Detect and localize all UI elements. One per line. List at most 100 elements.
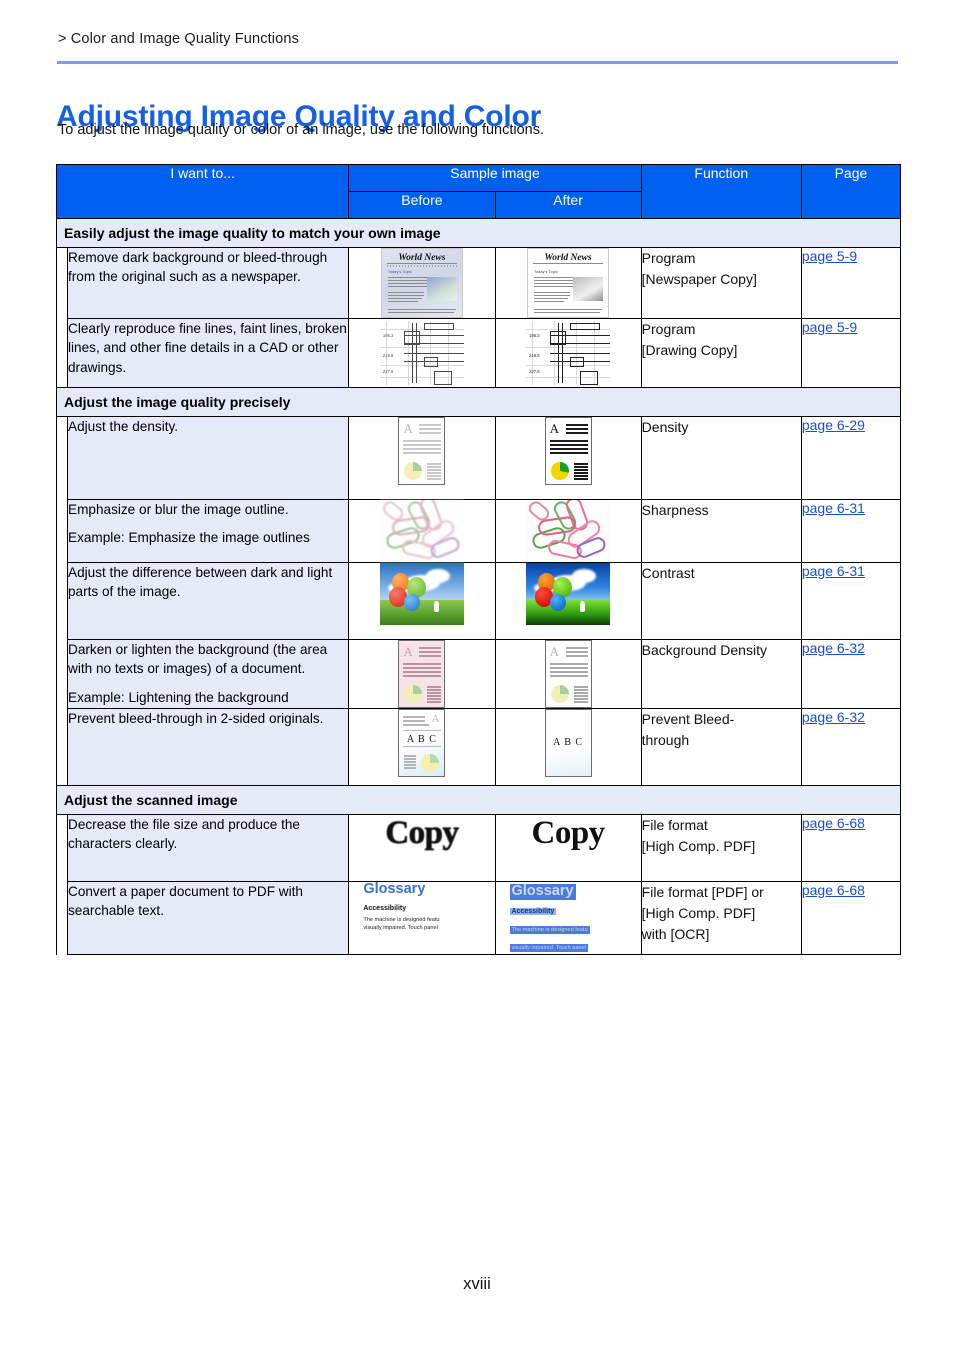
row-want-line: Darken or lighten the background (the ar…	[68, 642, 328, 677]
newspaper-subhead: Today's Topic	[387, 270, 412, 274]
function-line: Contrast	[641, 565, 695, 581]
table-row: Emphasize or blur the image outline. Exa…	[56, 499, 902, 563]
table-row: Adjust the difference between dark and l…	[56, 562, 902, 640]
table-row: Prevent bleed-through in 2-sided origina…	[56, 708, 902, 786]
function-line: Background Density	[641, 642, 767, 658]
page-link[interactable]: page 6-31	[802, 500, 865, 516]
page-link[interactable]: page 5-9	[802, 248, 857, 264]
function-line: File format	[641, 817, 708, 833]
row-function: Program [Drawing Copy]	[640, 318, 802, 388]
page-link[interactable]: page 6-32	[802, 640, 865, 656]
doc-letter: A	[403, 421, 413, 436]
section-band-label: Adjust the image quality precisely	[56, 387, 901, 417]
sample-before	[348, 562, 496, 640]
row-want-line: Example: Lightening the background	[68, 689, 289, 705]
function-line: Program	[641, 250, 696, 266]
row-page: page 6-32	[800, 639, 902, 709]
bleedthrough-before-image: A A B C	[398, 709, 446, 777]
row-want: Clearly reproduce fine lines, faint line…	[66, 318, 350, 388]
sample-after: 195.3 216.8 227.6	[494, 318, 642, 388]
section-band-label: Easily adjust the image quality to match…	[56, 218, 901, 248]
table-row: Decrease the file size and produce the c…	[56, 814, 902, 882]
col-header-before: Before	[348, 191, 496, 219]
row-indent	[56, 499, 68, 563]
row-indent	[56, 416, 68, 500]
row-want-line: Adjust the difference between dark and l…	[68, 565, 333, 600]
row-want: Darken or lighten the background (the ar…	[66, 639, 350, 709]
sample-after	[494, 562, 642, 640]
doc-letter: A	[549, 421, 559, 436]
row-want-line: Example: Emphasize the image outlines	[68, 530, 310, 546]
paperclips-after-image	[526, 500, 611, 562]
intro-text: To adjust the image quality or color of …	[58, 122, 545, 138]
page-link[interactable]: page 6-68	[802, 882, 865, 898]
row-want: Adjust the difference between dark and l…	[66, 562, 350, 640]
density-before-image: A	[398, 417, 446, 485]
glossary-body-line: The machine is designed featu	[363, 916, 440, 923]
newspaper-title: World News	[544, 253, 592, 263]
row-page: page 5-9	[800, 318, 902, 388]
functions-table: I want to... Sample image Function Page …	[55, 164, 902, 955]
sample-after: Glossary Accessibility The machine is de…	[494, 881, 642, 955]
row-function: Program [Newspaper Copy]	[640, 247, 802, 319]
row-indent	[56, 881, 68, 955]
newspaper-after-image: World News Today's Topic	[527, 248, 610, 318]
table-row: Convert a paper document to PDF with sea…	[56, 881, 902, 955]
page-link[interactable]: page 5-9	[802, 319, 857, 335]
row-function: File format [PDF] or [High Comp. PDF] wi…	[640, 881, 802, 955]
row-function: Prevent Bleed- through	[640, 708, 802, 786]
cad-dim: 216.8	[382, 353, 394, 358]
section-band-3: Adjust the scanned image	[56, 785, 901, 815]
cad-dim: 195.3	[382, 333, 394, 338]
col-header-page: Page	[800, 164, 902, 219]
sample-before: A A B C	[348, 708, 496, 786]
page-link[interactable]: page 6-29	[802, 417, 865, 433]
cad-dim: 227.6	[529, 369, 540, 374]
glossary-heading: Glossary	[509, 883, 576, 900]
copy-after-image: Copy	[531, 815, 605, 851]
function-line: with [OCR]	[641, 926, 710, 942]
row-page: page 6-31	[800, 562, 902, 640]
col-header-function: Function	[640, 164, 802, 219]
row-want-line: Prevent bleed-through in 2-sided origina…	[68, 711, 324, 726]
function-line: Prevent Bleed-	[641, 711, 735, 727]
sample-before	[348, 499, 496, 563]
section-band-label: Adjust the scanned image	[56, 785, 901, 815]
row-want-line: Convert a paper document to PDF with sea…	[68, 884, 303, 919]
row-indent	[56, 814, 68, 882]
row-want-line: Decrease the file size and produce the c…	[68, 817, 300, 852]
row-function: Background Density	[640, 639, 802, 709]
glossary-heading: Glossary	[363, 881, 426, 897]
row-page: page 6-31	[800, 499, 902, 563]
doc-letter: A	[549, 644, 559, 659]
sample-after: A	[494, 416, 642, 500]
row-want: Convert a paper document to PDF with sea…	[66, 881, 350, 955]
row-page: page 6-29	[800, 416, 902, 500]
page-link[interactable]: page 6-32	[802, 709, 865, 725]
row-page: page 5-9	[800, 247, 902, 319]
page-link[interactable]: page 6-31	[802, 563, 865, 579]
copy-before-image: Copy	[385, 815, 459, 852]
row-page: page 6-68	[800, 814, 902, 882]
function-line: [High Comp. PDF]	[641, 905, 756, 921]
row-indent	[56, 318, 68, 388]
cad-dim: 227.6	[382, 369, 394, 374]
paperclips-before-image	[379, 500, 464, 562]
col-header-want: I want to...	[55, 164, 350, 219]
row-function: File format [High Comp. PDF]	[640, 814, 802, 882]
sample-after: A	[494, 639, 642, 709]
bleedthrough-after-image: A B C	[544, 709, 592, 777]
function-line: Density	[641, 419, 689, 435]
table-header-row: I want to... Sample image Function Page	[55, 164, 902, 219]
glossary-before-image: Glossary Accessibility The machine is de…	[363, 881, 473, 932]
row-want-line: Emphasize or blur the image outline.	[68, 502, 289, 517]
table-row: Remove dark background or bleed-through …	[56, 247, 902, 319]
page-link[interactable]: page 6-68	[802, 815, 865, 831]
balloons-after-image	[526, 563, 611, 625]
table-row: Adjust the density. A A Density page 6-2…	[56, 416, 902, 500]
newspaper-title: World News	[398, 253, 446, 263]
function-line: Program	[641, 321, 696, 337]
glossary-body-line: visually impaired. Touch panel	[363, 925, 438, 932]
balloons-before-image	[379, 563, 464, 625]
row-want: Emphasize or blur the image outline. Exa…	[66, 499, 350, 563]
